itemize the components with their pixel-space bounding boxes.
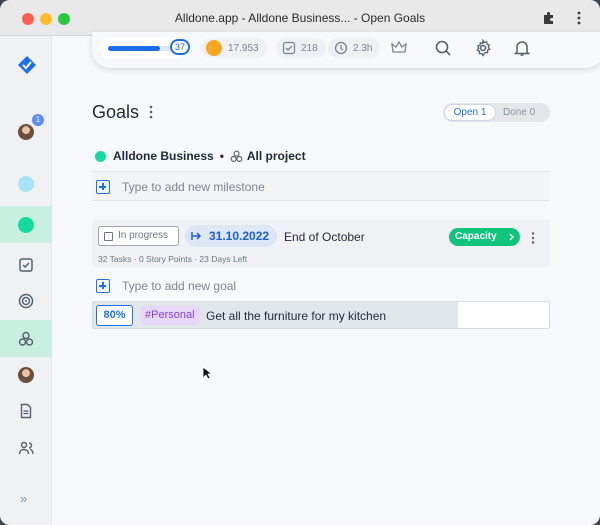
progress-value: 37 (170, 39, 190, 55)
goal-tag[interactable]: #Personal (140, 306, 200, 325)
sidebar-item-project-active[interactable] (0, 206, 52, 243)
plus-icon (96, 279, 110, 293)
milestone-card: In progress 31.10.2022 End of October 32… (92, 219, 550, 267)
sidebar-item-all-projects[interactable] (0, 320, 52, 357)
goal-row[interactable]: 80% #Personal Get all the furniture for … (92, 301, 550, 329)
project-color-dot (95, 150, 106, 162)
open-done-toggle: Open 1 Done 0 (443, 103, 550, 122)
avatar (18, 366, 34, 383)
target-icon (18, 293, 34, 308)
checkbox-icon (104, 232, 113, 241)
progress-track: 37 (108, 39, 190, 55)
sidebar-item-project-light[interactable] (0, 165, 52, 202)
gold-counter[interactable]: 17.953 (202, 38, 267, 58)
main-content: 37 17.953 218 2.3h Goals Open 1 Done 0 A… (52, 32, 600, 525)
sidebar: 1 » (0, 36, 52, 525)
sidebar-item-notes[interactable] (0, 392, 52, 429)
puzzle-icon[interactable] (542, 11, 556, 25)
plus-icon (96, 180, 110, 194)
goal-progress[interactable]: 80% (96, 305, 133, 326)
task-check-icon (282, 41, 296, 55)
project-name[interactable]: Alldone Business (113, 149, 214, 163)
sidebar-item-tasks[interactable] (0, 246, 52, 283)
project-separator: • (219, 149, 224, 163)
project-scope[interactable]: All project (247, 149, 306, 163)
bell-icon[interactable] (513, 39, 531, 57)
time-counter[interactable]: 2.3h (328, 38, 381, 58)
top-bar: 37 17.953 218 2.3h (92, 32, 600, 68)
capacity-button[interactable]: Capacity (449, 228, 520, 246)
window-title: Alldone.app - Alldone Business... - Open… (174, 11, 426, 25)
crown-icon[interactable] (390, 39, 408, 57)
milestone-status: In progress (118, 230, 169, 241)
chevron-right-icon (509, 233, 514, 241)
goal-title[interactable]: Get all the furniture for my kitchen (206, 309, 386, 323)
milestone-date-text: 31.10.2022 (209, 229, 270, 243)
add-milestone-row[interactable]: Type to add new milestone (92, 171, 550, 201)
more-options-icon[interactable] (148, 104, 154, 120)
gold-coin-icon (206, 40, 222, 56)
milestone-name[interactable]: End of October (284, 230, 365, 244)
open-tab[interactable]: Open 1 (444, 104, 496, 121)
more-options-icon[interactable] (530, 231, 536, 245)
mouse-cursor-icon (202, 366, 212, 380)
circles-cluster-icon (230, 150, 243, 162)
sidebar-item-contact[interactable] (0, 356, 52, 393)
add-goal-row[interactable]: Type to add new goal (92, 271, 550, 299)
tasks-counter[interactable]: 218 (276, 38, 326, 58)
app-window: Alldone.app - Alldone Business... - Open… (0, 0, 600, 525)
tasks-value: 218 (301, 42, 318, 54)
notification-badge: 1 (32, 114, 44, 126)
flag-arrow-icon (191, 232, 202, 240)
capacity-label: Capacity (455, 231, 497, 242)
project-dot-icon (18, 216, 34, 233)
checkbox-icon (19, 257, 33, 272)
add-goal-input[interactable]: Type to add new goal (122, 279, 236, 293)
page-title: Goals (92, 102, 140, 122)
add-milestone-input[interactable]: Type to add new milestone (122, 180, 265, 194)
time-value: 2.3h (353, 42, 373, 54)
done-tab[interactable]: Done 0 (503, 107, 535, 118)
project-dot-icon (18, 175, 34, 192)
document-icon (20, 403, 32, 418)
expand-sidebar-button[interactable]: » (20, 491, 27, 506)
clock-icon (334, 41, 348, 55)
search-icon[interactable] (434, 39, 452, 57)
sidebar-item-profile[interactable] (0, 113, 52, 150)
daily-progress[interactable]: 37 (100, 38, 190, 58)
alldone-logo-icon[interactable] (18, 56, 36, 76)
milestone-date[interactable]: 31.10.2022 (185, 225, 277, 247)
milestone-meta: 32 Tasks · 0 Story Points · 23 Days Left (98, 254, 248, 264)
in-progress-checkbox[interactable]: In progress (98, 226, 179, 246)
gear-icon[interactable] (474, 39, 492, 57)
kebab-menu-icon[interactable] (576, 10, 582, 26)
sidebar-item-goals[interactable] (0, 282, 52, 319)
gold-value: 17.953 (228, 42, 259, 54)
progress-fill (108, 46, 160, 51)
circles-cluster-icon (18, 331, 34, 346)
title-bar: Alldone.app - Alldone Business... - Open… (0, 0, 600, 36)
project-header: Alldone Business • All project (95, 149, 306, 163)
avatar (18, 123, 34, 140)
users-icon (18, 441, 34, 454)
sidebar-item-contacts[interactable] (0, 429, 52, 466)
